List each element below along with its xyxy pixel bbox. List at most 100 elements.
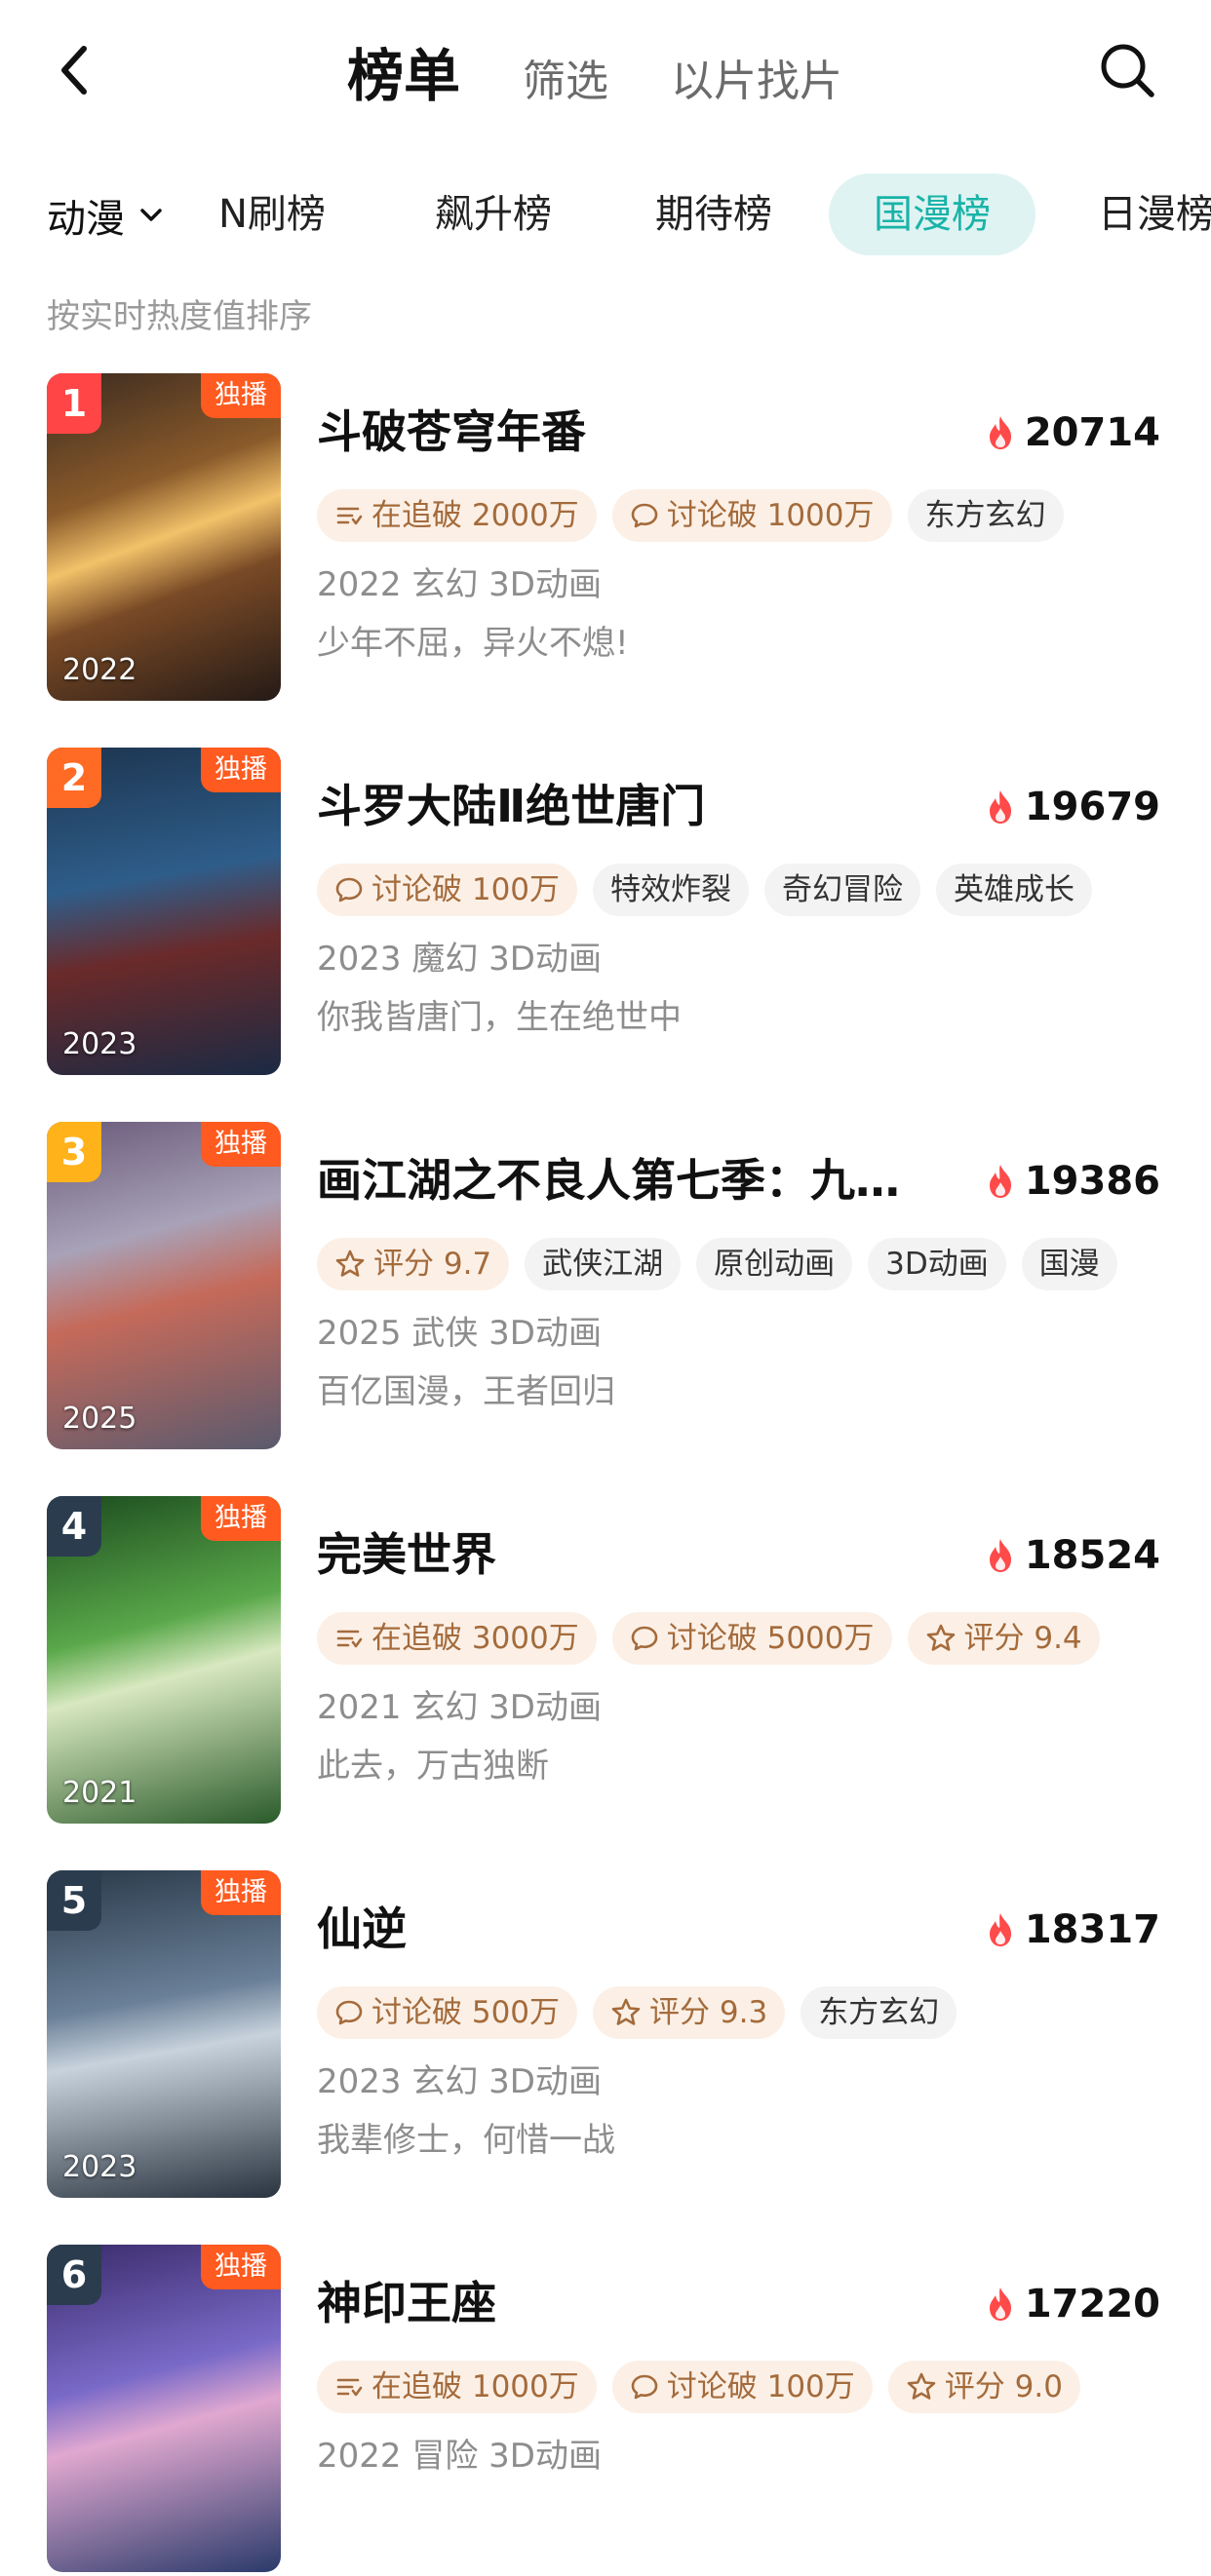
tab-n-rewatch[interactable]: N刷榜 <box>174 173 371 255</box>
rank-badge: 2 <box>47 748 101 808</box>
exclusive-badge: 独播 <box>201 373 281 418</box>
poster-year: 2023 <box>62 1027 137 1061</box>
chevron-left-icon <box>61 46 87 95</box>
poster-image[interactable]: 5 独播 2023 <box>47 1870 281 2198</box>
tag-text: 东方玄幻 <box>818 1995 940 2030</box>
tag-chip: 武侠江湖 <box>525 1238 682 1290</box>
tag-text: 在追破 1000万 <box>371 2369 579 2404</box>
list-item[interactable]: 1 独播 2022 斗破苍穹年番 20714 在追破 2000万 讨论破 1000万 东方玄幻… <box>0 373 1211 705</box>
back-button[interactable] <box>47 41 105 99</box>
flame-icon <box>989 1165 1011 1198</box>
item-meta: 2023 魔幻 3D动画 <box>317 940 602 979</box>
tag-list: 在追破 1000万 讨论破 100万 评分 9.0 <box>317 2361 1096 2413</box>
heat-score: 17220 <box>986 2280 1160 2328</box>
tag-list: 在追破 3000万 讨论破 5000万 评分 9.4 <box>317 1612 1115 1665</box>
list-item[interactable]: 3 独播 2025 画江湖之不良人第七季：九… 19386 评分 9.7 武侠江湖 原创动画 3… <box>0 1122 1211 1453</box>
list-item[interactable]: 6 独播 神印王座 17220 在追破 1000万 讨论破 100万 评分 9.0 2022 … <box>0 2245 1211 2576</box>
category-dropdown[interactable]: 动漫 <box>47 182 166 249</box>
tag-text: 3D动画 <box>885 1247 989 1282</box>
poster-year: 2025 <box>62 1402 137 1436</box>
sort-label: 按实时热度值排序 <box>47 297 312 336</box>
tag-text: 特效炸裂 <box>610 872 732 907</box>
flame-icon <box>989 416 1011 449</box>
flame-icon <box>989 2288 1011 2321</box>
item-title[interactable]: 斗罗大陆Ⅱ绝世唐门 <box>317 775 705 837</box>
item-title[interactable]: 画江湖之不良人第七季：九… <box>317 1149 900 1211</box>
tag-chip: 在追破 2000万 <box>317 489 597 542</box>
tag-chip: 讨论破 100万 <box>317 864 578 916</box>
tag-chip: 讨论破 5000万 <box>611 1612 892 1665</box>
category-dropdown-label: 动漫 <box>47 197 125 242</box>
item-meta: 2025 武侠 3D动画 <box>317 1314 602 1353</box>
list-item[interactable]: 2 独播 2023 斗罗大陆Ⅱ绝世唐门 19679 讨论破 100万 特效炸裂 奇幻冒险 英雄成… <box>0 748 1211 1079</box>
item-description: 百亿国漫，王者回归 <box>317 1372 615 1411</box>
tab-anticipated[interactable]: 期待榜 <box>610 173 817 255</box>
item-title[interactable]: 斗破苍穹年番 <box>317 401 586 463</box>
rank-badge: 6 <box>47 2245 101 2305</box>
tab-find-by-film[interactable]: 以片找片 <box>671 43 842 121</box>
heat-score: 19386 <box>986 1157 1160 1206</box>
poster-image[interactable]: 4 独播 2021 <box>47 1496 281 1824</box>
tag-text: 国漫 <box>1038 1247 1100 1282</box>
list-item[interactable]: 4 独播 2021 完美世界 18524 在追破 3000万 讨论破 5000万 评分 9.4… <box>0 1496 1211 1827</box>
tag-chip: 讨论破 500万 <box>317 1986 578 2039</box>
heat-score: 19679 <box>986 783 1160 831</box>
item-meta: 2023 玄幻 3D动画 <box>317 2062 602 2101</box>
heat-value: 19679 <box>1024 785 1160 829</box>
tag-chip: 特效炸裂 <box>593 864 750 916</box>
tag-chip: 国漫 <box>1021 1238 1117 1290</box>
heat-score: 20714 <box>986 408 1160 457</box>
item-meta: 2022 玄幻 3D动画 <box>317 565 602 604</box>
tag-text: 讨论破 1000万 <box>666 498 875 533</box>
item-title[interactable]: 神印王座 <box>317 2272 496 2334</box>
item-description: 你我皆唐门，生在绝世中 <box>317 998 682 1037</box>
star-icon <box>611 1998 641 2025</box>
tag-text: 评分 9.7 <box>373 1247 492 1282</box>
star-icon <box>907 2372 936 2400</box>
exclusive-badge: 独播 <box>201 1496 281 1541</box>
category-bar: 动漫 N刷榜 飙升榜 期待榜 国漫榜 日漫榜 <box>0 171 1211 260</box>
tag-text: 评分 9.4 <box>963 1621 1082 1656</box>
tag-list: 评分 9.7 武侠江湖 原创动画 3D动画 国漫 <box>317 1238 1133 1290</box>
rank-badge: 4 <box>47 1496 101 1557</box>
item-description: 少年不屈，异火不熄! <box>317 624 629 663</box>
poster-image[interactable]: 1 独播 2022 <box>47 373 281 701</box>
item-meta: 2021 玄幻 3D动画 <box>317 1688 602 1727</box>
tag-chip: 东方玄幻 <box>907 489 1064 542</box>
tag-text: 武侠江湖 <box>542 1247 664 1282</box>
flame-icon <box>989 790 1011 824</box>
search-button[interactable] <box>1096 39 1158 101</box>
star-icon <box>335 1250 365 1277</box>
tag-text: 评分 9.3 <box>649 1995 768 2030</box>
list-icon <box>336 2378 363 2397</box>
tag-chip: 东方玄幻 <box>801 1986 957 2039</box>
list-item[interactable]: 5 独播 2023 仙逆 18317 讨论破 500万 评分 9.3 东方玄幻 2023 玄幻 … <box>0 1870 1211 2202</box>
tag-text: 在追破 2000万 <box>371 498 579 533</box>
item-title[interactable]: 仙逆 <box>317 1898 407 1960</box>
tag-list: 讨论破 100万 特效炸裂 奇幻冒险 英雄成长 <box>317 864 1108 916</box>
tab-chinese-anime[interactable]: 国漫榜 <box>829 173 1035 255</box>
poster-image[interactable]: 3 独播 2025 <box>47 1122 281 1449</box>
comment-icon <box>631 503 658 528</box>
heat-value: 19386 <box>1024 1159 1160 1204</box>
tag-chip: 奇幻冒险 <box>764 864 921 916</box>
tag-chip: 讨论破 1000万 <box>611 489 892 542</box>
tab-filter[interactable]: 筛选 <box>523 43 608 121</box>
tag-text: 东方玄幻 <box>924 498 1046 533</box>
comment-icon <box>335 877 363 903</box>
tab-rising[interactable]: 飙升榜 <box>390 173 597 255</box>
tag-chip: 原创动画 <box>696 1238 853 1290</box>
poster-image[interactable]: 6 独播 <box>47 2245 281 2572</box>
item-description: 此去，万古独断 <box>317 1747 549 1786</box>
heat-value: 18317 <box>1024 1907 1160 1952</box>
tag-chip: 讨论破 100万 <box>611 2361 873 2413</box>
list-icon <box>336 1630 363 1648</box>
title-tabs: 榜单 筛选 以片找片 <box>347 37 905 115</box>
tab-japanese-anime[interactable]: 日漫榜 <box>1053 173 1211 255</box>
poster-image[interactable]: 2 独播 2023 <box>47 748 281 1075</box>
tag-text: 原创动画 <box>714 1247 836 1282</box>
tab-ranking[interactable]: 榜单 <box>347 37 460 115</box>
tag-chip: 评分 9.7 <box>317 1238 510 1290</box>
item-title[interactable]: 完美世界 <box>317 1523 496 1586</box>
tag-chip: 3D动画 <box>868 1238 1006 1290</box>
